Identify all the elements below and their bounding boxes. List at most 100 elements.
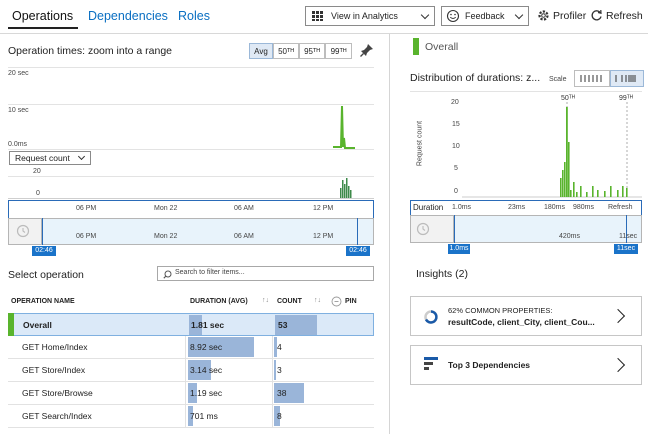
percentile-50-button[interactable]: 50ᵀᴴ bbox=[273, 43, 299, 59]
gear-icon bbox=[538, 10, 549, 21]
count-axis-label-0: 0 bbox=[36, 190, 40, 197]
range-end-marker[interactable]: 02:46 bbox=[346, 246, 370, 256]
overall-color-swatch bbox=[8, 313, 14, 336]
header-divider bbox=[0, 33, 648, 34]
pin-icon[interactable] bbox=[359, 42, 375, 58]
time-tick: 06 AM bbox=[234, 205, 254, 212]
dist-y-axis-label: Request count bbox=[416, 120, 424, 167]
panel-divider bbox=[389, 34, 390, 434]
refresh-button[interactable]: Refresh bbox=[590, 9, 643, 22]
dist-y-tick: 5 bbox=[454, 165, 458, 172]
duration-tick: 11sec bbox=[619, 233, 638, 240]
column-separator bbox=[272, 336, 273, 428]
dist-y-tick: 20 bbox=[451, 99, 459, 106]
select-operation-title: Select operation bbox=[8, 269, 84, 281]
operation-filter-placeholder: Search to filter items... bbox=[175, 269, 245, 276]
tab-active-indicator bbox=[8, 27, 78, 29]
tab-roles[interactable]: Roles bbox=[178, 9, 210, 23]
donut-icon bbox=[424, 310, 438, 324]
duration-line bbox=[333, 105, 355, 149]
table-row[interactable]: GET Home/Index 8.92 sec 4 bbox=[8, 336, 374, 359]
insight-card-title: Top 3 Dependencies bbox=[448, 360, 531, 370]
operation-times-title: Operation times: zoom into a range bbox=[8, 45, 173, 57]
insight-card-detail: resultCode, client_City, client_Cou... bbox=[448, 317, 595, 327]
count-bars bbox=[340, 178, 352, 198]
y-axis-label-10s: 10 sec bbox=[8, 107, 29, 114]
time-tick: 06 PM bbox=[76, 233, 97, 240]
brush-right-handle[interactable] bbox=[357, 218, 358, 245]
percentile-99-button[interactable]: 99ᵀᴴ bbox=[325, 43, 352, 59]
metric-select-label: Request count bbox=[15, 153, 70, 163]
time-tick: Mon 22 bbox=[154, 233, 178, 240]
table-row[interactable]: GET Store/Browse 1.19 sec 38 bbox=[8, 382, 374, 405]
duration-range-end-marker[interactable]: 11sec bbox=[614, 244, 638, 254]
operation-name: Overall bbox=[23, 320, 52, 330]
pin-column-icon[interactable] bbox=[331, 296, 342, 307]
operation-name: GET Store/Browse bbox=[22, 388, 93, 398]
grid-icon bbox=[312, 11, 323, 21]
profiler-label: Profiler bbox=[553, 9, 587, 22]
count-baseline bbox=[8, 198, 374, 199]
feedback-label: Feedback bbox=[465, 11, 505, 21]
table-row-overall[interactable]: Overall 1.81 sec 53 bbox=[8, 313, 374, 336]
operation-filter-input[interactable]: Search to filter items... bbox=[157, 266, 374, 281]
duration-histogram bbox=[462, 102, 642, 198]
duration-label: Duration bbox=[413, 203, 444, 212]
duration-value: 701 ms bbox=[190, 411, 218, 421]
scale-log-button[interactable] bbox=[610, 70, 644, 87]
duration-tick: 180ms bbox=[544, 204, 566, 211]
operation-name: GET Home/Index bbox=[22, 342, 88, 352]
chevron-right-icon bbox=[610, 308, 626, 324]
sort-icon[interactable]: ↑↓ bbox=[314, 297, 321, 304]
chevron-down-icon bbox=[77, 152, 86, 161]
p50-marker-label: 50ᵀᴴ bbox=[561, 95, 575, 102]
dist-y-tick: 0 bbox=[454, 188, 458, 195]
tab-dependencies[interactable]: Dependencies bbox=[88, 9, 168, 23]
feedback-select[interactable]: Feedback bbox=[441, 6, 529, 26]
p99-marker-label: 99ᵀᴴ bbox=[619, 95, 633, 102]
range-start-marker[interactable]: 02:46 bbox=[32, 246, 56, 256]
percentile-avg-button[interactable]: Avg bbox=[249, 43, 273, 59]
insight-card-top-dependencies[interactable]: Top 3 Dependencies bbox=[410, 345, 642, 385]
time-range-brush[interactable] bbox=[8, 218, 374, 245]
duration-tick: Refresh bbox=[608, 204, 633, 211]
column-header-pin: PIN bbox=[345, 298, 357, 305]
view-in-analytics-select[interactable]: View in Analytics bbox=[305, 6, 435, 26]
gridline bbox=[8, 149, 374, 150]
duration-value: 8.92 sec bbox=[190, 342, 223, 352]
search-icon bbox=[163, 270, 172, 279]
metric-select[interactable]: Request count bbox=[9, 151, 91, 165]
insight-card-common-properties[interactable]: 62% COMMON PROPERTIES: resultCode, clien… bbox=[410, 296, 642, 336]
sort-icon[interactable]: ↑↓ bbox=[262, 297, 269, 304]
column-header-name[interactable]: OPERATION NAME bbox=[11, 298, 75, 305]
dist-y-tick: 10 bbox=[452, 143, 460, 150]
table-row[interactable]: GET Search/Index 701 ms 8 bbox=[8, 405, 374, 428]
profiler-button[interactable]: Profiler bbox=[537, 9, 586, 22]
column-header-count[interactable]: COUNT bbox=[277, 298, 302, 305]
brush-left-handle[interactable] bbox=[42, 218, 43, 245]
gridline bbox=[8, 67, 374, 68]
insight-card-heading: 62% COMMON PROPERTIES: bbox=[448, 306, 553, 315]
count-value: 38 bbox=[277, 388, 287, 398]
time-tick: 12 PM bbox=[313, 205, 334, 212]
duration-range-start-marker[interactable]: 1.0ms bbox=[448, 244, 470, 254]
count-bar bbox=[274, 360, 276, 380]
gridline bbox=[8, 104, 374, 105]
duration-tick: 1.0ms bbox=[452, 204, 472, 211]
time-tick: 06 PM bbox=[76, 205, 97, 212]
insights-title: Insights (2) bbox=[416, 268, 468, 280]
duration-value: 1.81 sec bbox=[191, 320, 225, 330]
table-row[interactable]: GET Store/Index 3.14 sec 3 bbox=[8, 359, 374, 382]
tab-operations[interactable]: Operations bbox=[12, 9, 73, 23]
percentile-95-button[interactable]: 95ᵀᴴ bbox=[299, 43, 325, 59]
column-header-duration[interactable]: DURATION (AVG) bbox=[190, 298, 248, 305]
chevron-right-icon bbox=[610, 357, 626, 373]
history-icon[interactable] bbox=[16, 224, 30, 238]
scale-linear-button[interactable] bbox=[574, 70, 610, 87]
dist-y-tick: 15 bbox=[452, 121, 460, 128]
duration-tick: 420ms bbox=[559, 233, 581, 240]
history-icon[interactable] bbox=[416, 222, 430, 236]
duration-brush-left-handle[interactable] bbox=[454, 215, 455, 243]
y-axis-label-20s: 20 sec bbox=[8, 70, 29, 77]
time-tick: 06 AM bbox=[234, 233, 254, 240]
